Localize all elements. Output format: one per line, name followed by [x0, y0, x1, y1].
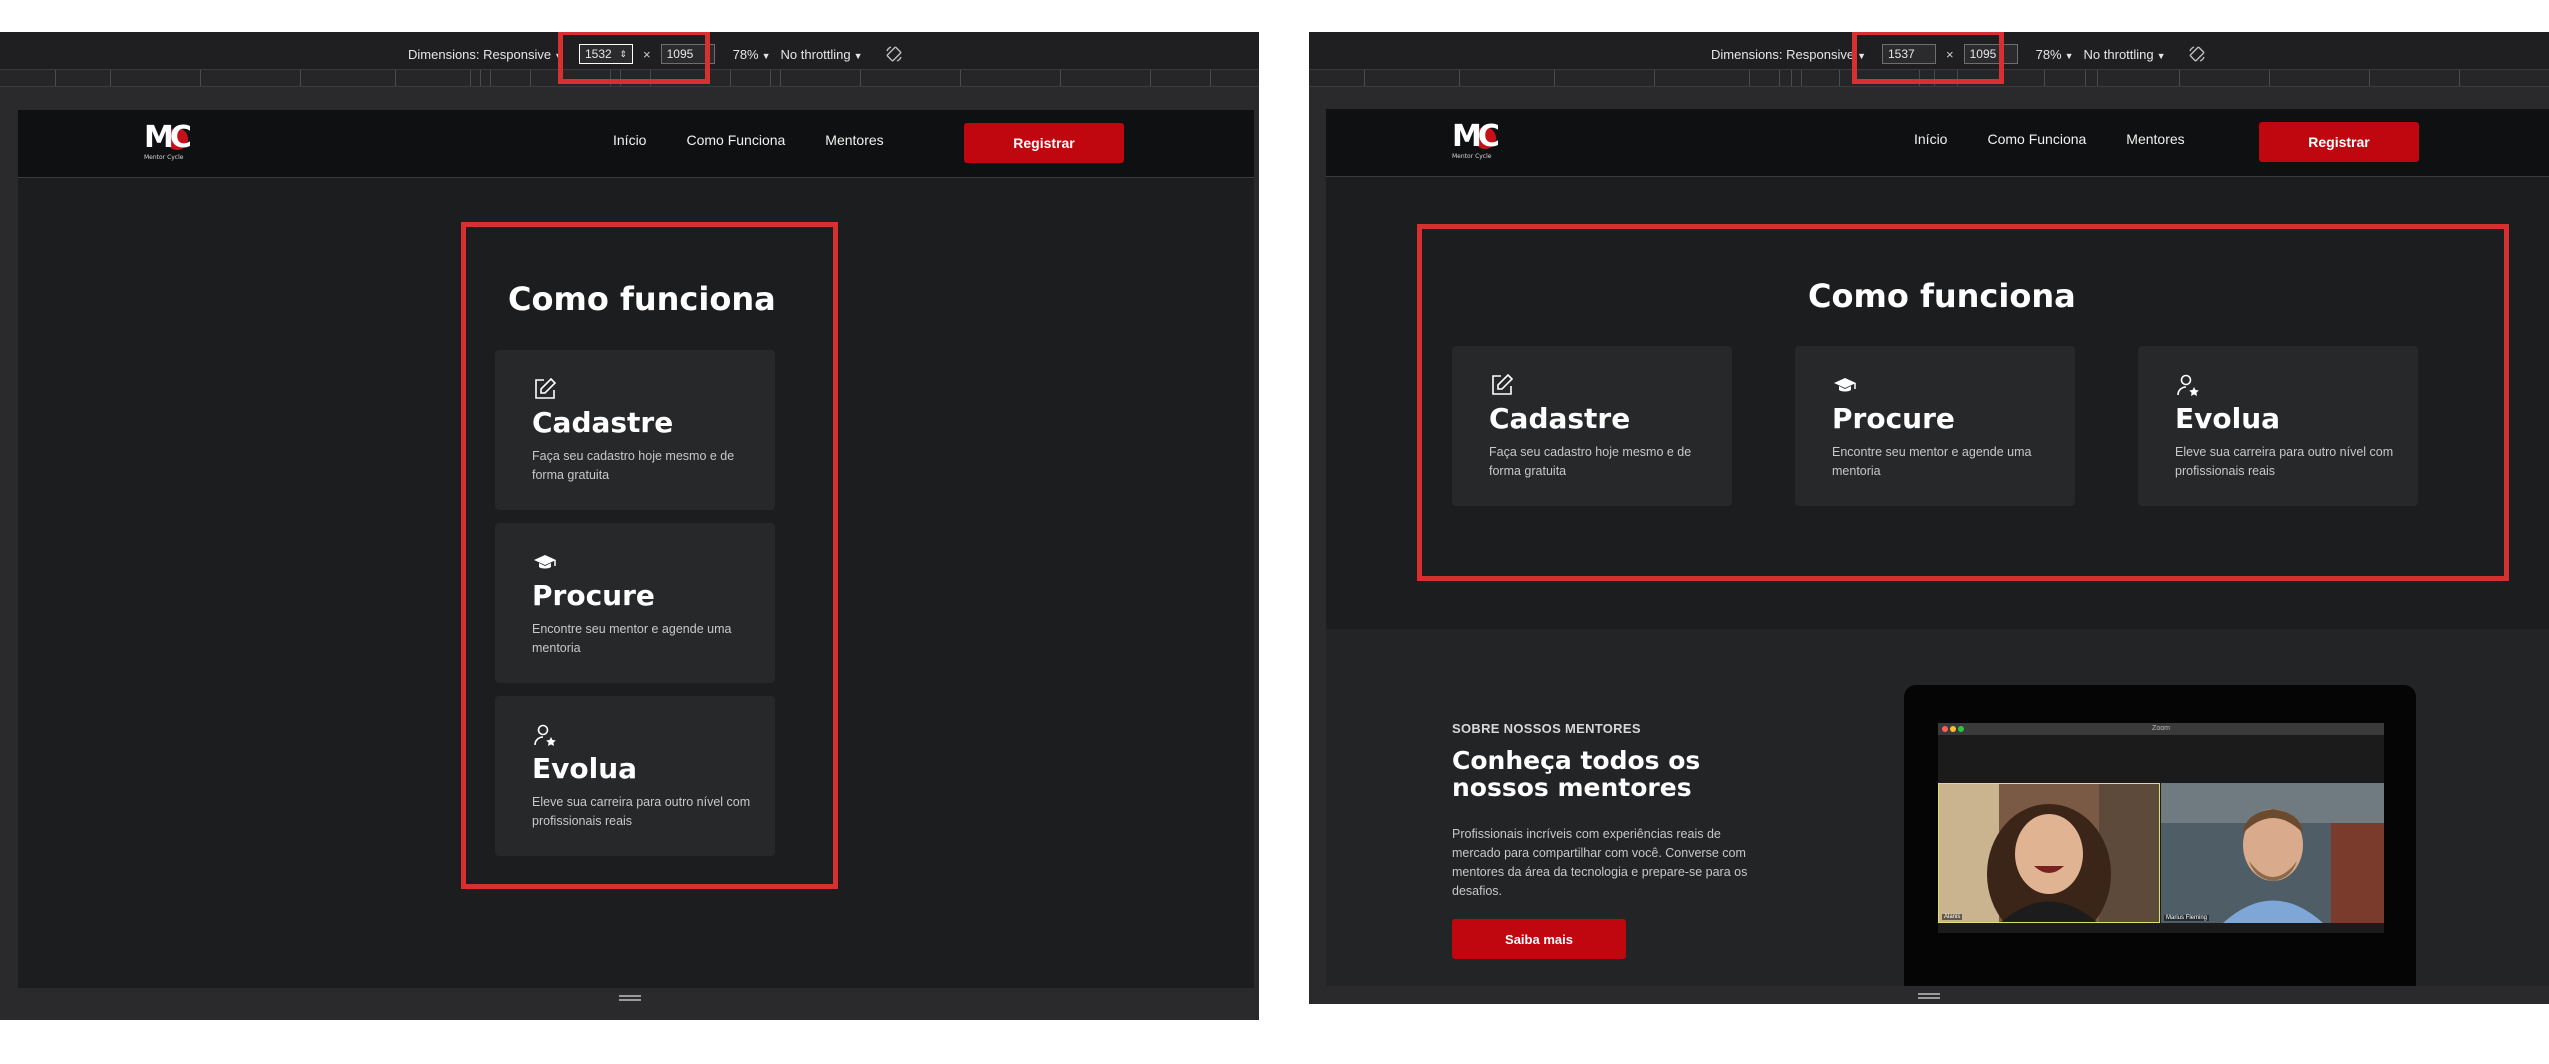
mentors-description: Profissionais incríveis com experiências… [1452, 827, 1748, 898]
zoom-label: 78% [2035, 46, 2062, 62]
logo-mark: MC [144, 120, 192, 155]
logo-subtitle: Mentor Cycle [144, 154, 184, 161]
dimensions-dropdown[interactable]: Dimensions: Responsive ▼ [408, 47, 563, 62]
learn-more-button[interactable]: Saiba mais [1452, 919, 1626, 959]
mentor-cycle-logo[interactable]: MC Mentor Cycle [1452, 119, 1500, 161]
nav-link-how[interactable]: Como Funciona [686, 132, 785, 148]
chevron-down-icon: ▼ [761, 50, 771, 61]
devtools-panel-right: Dimensions: Responsive ▼ 1537 × 1095 78% ▼… [1309, 32, 2549, 1004]
mentors-title: Conheça todos os nossos mentores [1452, 746, 1701, 802]
highlight-width-box [1852, 32, 2004, 84]
zoom-dropdown[interactable]: 78% ▼ [733, 47, 771, 62]
dimensions-dropdown[interactable]: Dimensions: Responsive ▼ [1711, 47, 1866, 62]
zoom-title: Zoom [2152, 725, 2170, 732]
maximize-dot [1958, 726, 1964, 732]
laptop-mockup-image: Zoom Alanis Marius Fleming [1904, 685, 2416, 986]
throttling-dropdown[interactable]: No throttling ▼ [781, 47, 863, 62]
video-tile-man: Marius Fleming [2161, 783, 2384, 923]
nav-link-home[interactable]: Início [613, 132, 646, 148]
logo-mark: MC [1452, 119, 1500, 154]
minimize-dot [1950, 726, 1956, 732]
logo-subtitle: Mentor Cycle [1452, 153, 1492, 160]
video-tile-woman: Alanis [1938, 783, 2160, 923]
dimensions-label: Dimensions: Responsive [408, 46, 552, 62]
drag-handle-icon[interactable] [1918, 993, 1940, 999]
zoom-title-bar: Zoom [1938, 723, 2384, 735]
rotate-icon[interactable] [885, 45, 903, 63]
highlight-width-box [558, 32, 710, 84]
zoom-dropdown[interactable]: 78% ▼ [2036, 47, 2074, 62]
rotate-icon[interactable] [2188, 45, 2206, 63]
highlight-cards-vertical [461, 222, 838, 889]
site-header: MC Mentor Cycle Início Como Funciona Men… [1326, 109, 2549, 177]
nav-link-home[interactable]: Início [1914, 131, 1947, 147]
nav-link-mentors[interactable]: Mentores [825, 132, 883, 148]
devtools-panel-left: Dimensions: Responsive ▼ 1532 ⇕ × 1095 78%… [0, 32, 1259, 1020]
nav-link-mentors[interactable]: Mentores [2126, 131, 2184, 147]
throttling-label: No throttling [780, 46, 851, 62]
chevron-down-icon: ▼ [2064, 50, 2074, 61]
throttling-label: No throttling [2083, 46, 2154, 62]
mentors-kicker: SOBRE NOSSOS MENTORES [1452, 721, 1641, 736]
close-dot [1942, 726, 1948, 732]
dimensions-label: Dimensions: Responsive [1711, 46, 1855, 62]
resize-handle-bar[interactable] [1309, 988, 2549, 1004]
chevron-down-icon: ▼ [2156, 50, 2166, 61]
register-button[interactable]: Registrar [2259, 122, 2419, 162]
nav-links: Início Como Funciona Mentores [1914, 131, 2185, 147]
highlight-cards-horizontal [1417, 224, 2509, 581]
chevron-down-icon: ▼ [853, 50, 863, 61]
site-header: MC Mentor Cycle Início Como Funciona Men… [18, 110, 1254, 178]
mentor-cycle-logo[interactable]: MC Mentor Cycle [144, 120, 192, 162]
resize-handle-bar[interactable] [0, 990, 1259, 1006]
tile-name-left: Alanis [1942, 914, 1963, 920]
drag-handle-icon[interactable] [618, 995, 641, 1001]
zoom-call-screen: Zoom Alanis Marius Fleming [1938, 723, 2384, 933]
register-button[interactable]: Registrar [964, 123, 1124, 163]
throttling-dropdown[interactable]: No throttling ▼ [2084, 47, 2166, 62]
tile-name-right: Marius Fleming [2164, 915, 2210, 921]
zoom-label: 78% [732, 46, 759, 62]
nav-link-how[interactable]: Como Funciona [1987, 131, 2086, 147]
mentors-section: SOBRE NOSSOS MENTORES Conheça todos os n… [1326, 629, 2549, 986]
nav-links: Início Como Funciona Mentores [613, 132, 884, 148]
